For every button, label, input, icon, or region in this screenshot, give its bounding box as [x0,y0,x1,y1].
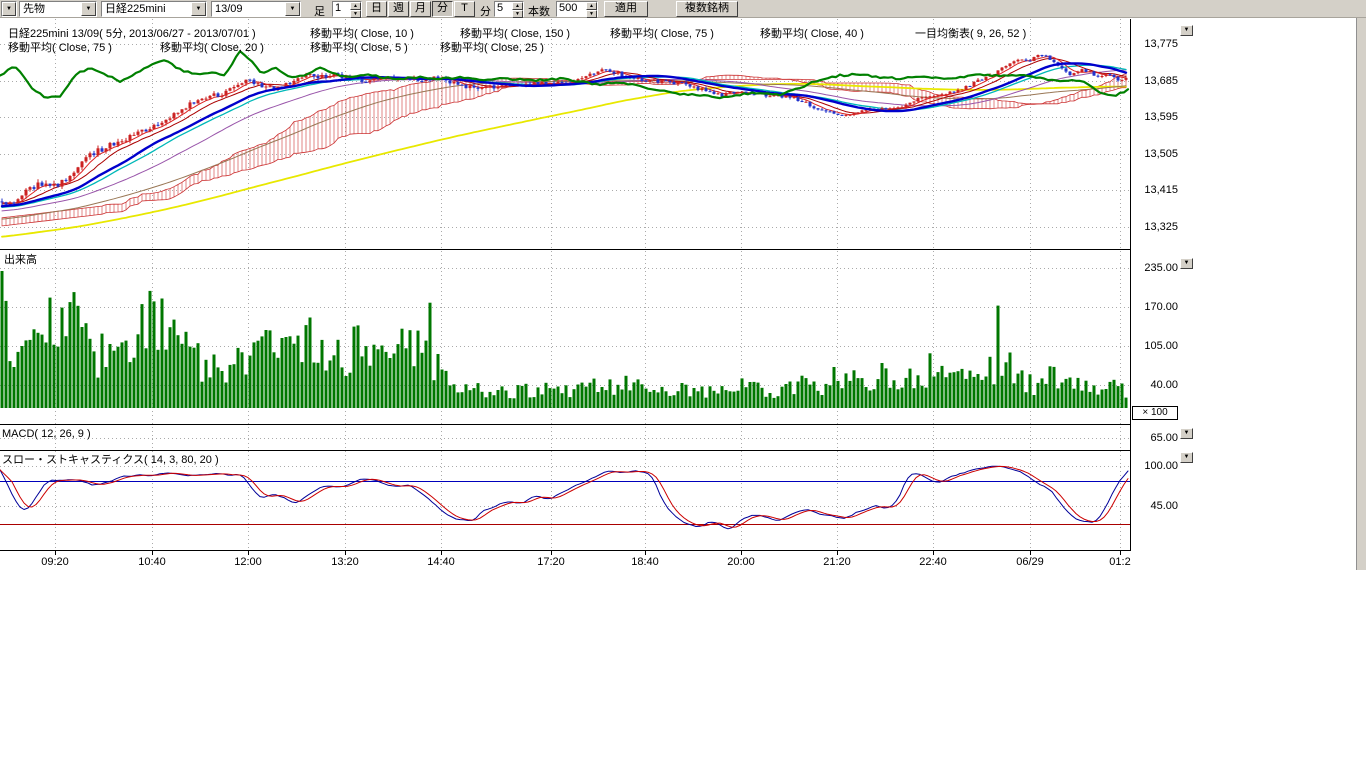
bars-count-label: 本数 [528,3,550,19]
bars-count-value: 500 [557,2,586,16]
pane-scroll-down-button[interactable]: ▼ [1180,258,1193,269]
market-select[interactable]: 先物 ▼ [19,1,97,17]
pane-scroll-down-button[interactable]: ▼ [1180,25,1193,36]
multi-symbol-button[interactable]: 複数銘柄 [676,1,738,17]
spin-up-icon[interactable]: ▲ [512,2,523,10]
minute-value: 5 [495,2,512,16]
spinner-arrows[interactable]: ▲▼ [586,2,597,16]
contract-month-select[interactable]: 13/09 ▼ [211,1,301,17]
chevron-down-icon[interactable]: ▼ [191,2,206,16]
mini-dropdown[interactable]: ▼ [1,1,17,17]
symbol-select[interactable]: 日経225mini ▼ [101,1,207,17]
spinner-arrows[interactable]: ▲▼ [512,2,523,16]
spin-down-icon[interactable]: ▼ [512,10,523,18]
spin-up-icon[interactable]: ▲ [586,2,597,10]
chevron-down-icon[interactable]: ▼ [285,2,300,16]
period-button-3[interactable]: 分 [432,1,453,17]
period-button-2[interactable]: 月 [410,1,431,17]
pane-scroll-down-button[interactable]: ▼ [1180,428,1193,439]
market-select-value: 先物 [20,3,81,16]
bar-interval-stepper[interactable]: 1 ▲▼ [332,1,362,17]
minute-stepper[interactable]: 5 ▲▼ [494,1,524,17]
chevron-down-icon[interactable]: ▼ [81,2,96,16]
window-scrollbar[interactable] [1356,0,1366,570]
period-button-4[interactable]: T [454,1,475,17]
contract-month-value: 13/09 [212,3,285,16]
spin-down-icon[interactable]: ▼ [350,10,361,18]
bars-count-stepper[interactable]: 500 ▲▼ [556,1,598,17]
spin-down-icon[interactable]: ▼ [586,10,597,18]
minute-label: 分 [480,3,491,19]
chart-canvas [0,0,1366,768]
pane-scroll-down-button[interactable]: ▼ [1180,452,1193,463]
chevron-down-icon: ▼ [2,2,16,16]
toolbar: ▼ 先物 ▼ 日経225mini ▼ 13/09 ▼ 足 1 ▲▼ 日週月分T … [0,0,1366,18]
bar-interval-value: 1 [333,2,350,16]
spin-up-icon[interactable]: ▲ [350,2,361,10]
bar-label: 足 [314,3,325,19]
period-button-1[interactable]: 週 [388,1,409,17]
symbol-select-value: 日経225mini [102,3,191,16]
period-button-0[interactable]: 日 [366,1,387,17]
spinner-arrows[interactable]: ▲▼ [350,2,361,16]
apply-button[interactable]: 適用 [604,1,648,17]
